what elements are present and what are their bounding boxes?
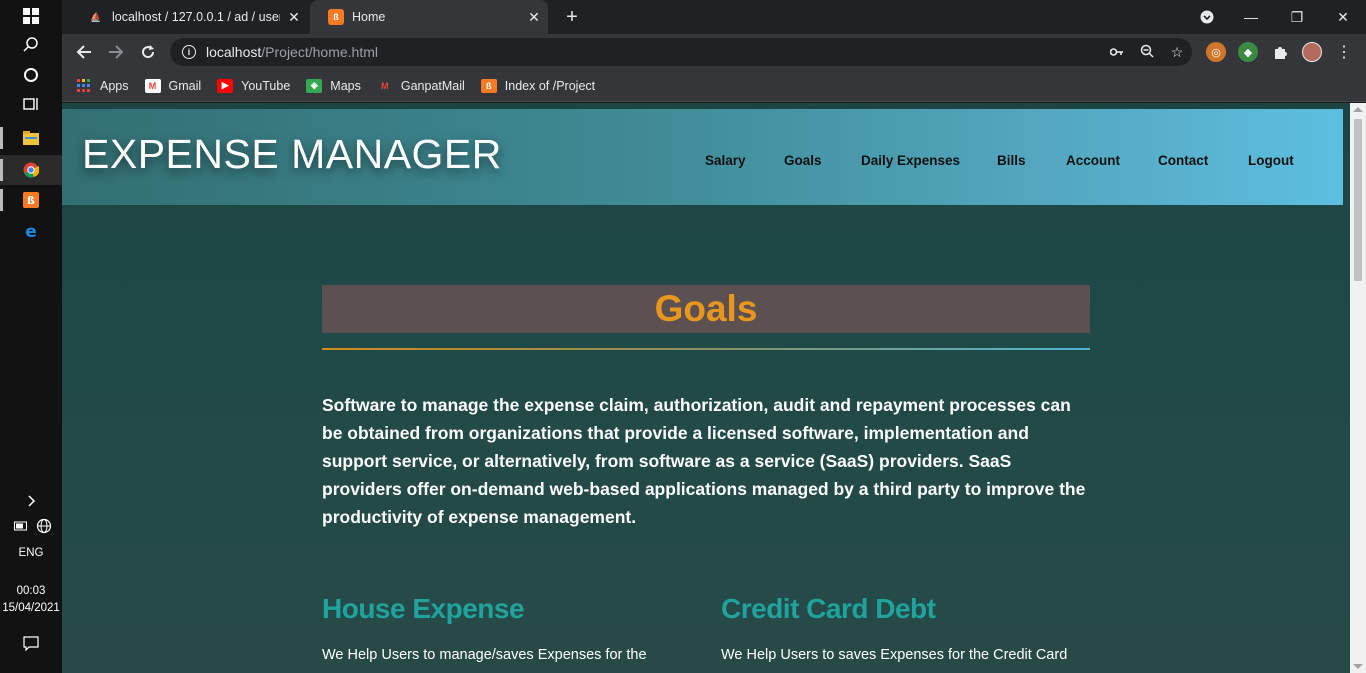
page-scrollbar[interactable]	[1350, 103, 1366, 673]
chrome-window: ⛵ localhost / 127.0.0.1 / ad / user_l ✕ …	[62, 0, 1366, 673]
site-header: EXPENSE MANAGER Salary Goals Daily Expen…	[62, 109, 1343, 205]
chrome-menu-icon[interactable]: ⋮	[1334, 42, 1354, 62]
bookmarks-bar: Apps M Gmail ▶ YouTube ◈ Maps M GanpatMa…	[62, 70, 1366, 102]
tab-title: Home	[352, 10, 386, 24]
search-icon[interactable]	[0, 30, 62, 60]
bookmark-label: Index of /Project	[504, 78, 596, 93]
bookmark-apps[interactable]: Apps	[76, 78, 129, 93]
bookmark-label: Apps	[100, 78, 129, 93]
gmail-icon: M	[381, 80, 389, 91]
extensions-puzzle-icon[interactable]	[1270, 42, 1290, 62]
file-explorer-icon[interactable]	[0, 123, 62, 153]
tab-strip: ⛵ localhost / 127.0.0.1 / ad / user_l ✕ …	[62, 0, 1366, 34]
card-text-house-expense: We Help Users to manage/saves Expenses f…	[322, 647, 647, 663]
bookmark-label: YouTube	[241, 78, 291, 93]
tab-phpmyadmin[interactable]: ⛵ localhost / 127.0.0.1 / ad / user_l ✕	[70, 0, 308, 34]
site-title: EXPENSE MANAGER	[82, 131, 502, 177]
maps-icon: ◈	[306, 78, 323, 93]
xampp-taskbar-icon[interactable]: ß	[0, 185, 62, 215]
url-text[interactable]: localhost/Project/home.html	[206, 44, 1102, 60]
new-tab-button[interactable]: +	[560, 5, 584, 29]
scroll-down-arrow-icon[interactable]	[1353, 664, 1363, 669]
youtube-icon: ▶	[217, 78, 234, 93]
tab-title: localhost / 127.0.0.1 / ad / user_l	[112, 10, 280, 24]
scrollbar-thumb[interactable]	[1354, 119, 1362, 281]
cortana-icon[interactable]	[0, 60, 62, 90]
tab-home[interactable]: ß Home ✕	[310, 0, 548, 34]
extension-owl-icon[interactable]: ◎	[1206, 42, 1226, 62]
forward-button[interactable]	[102, 38, 130, 66]
close-tab-icon[interactable]: ✕	[280, 9, 308, 26]
minimize-button[interactable]: —	[1228, 0, 1274, 34]
nav-daily-expenses[interactable]: Daily Expenses	[861, 153, 960, 168]
svg-text:ß: ß	[27, 194, 35, 207]
bookmark-star-icon[interactable]: ☆	[1162, 44, 1192, 61]
close-tab-icon[interactable]: ✕	[520, 9, 548, 26]
goals-heading-box: Goals	[322, 285, 1090, 333]
restore-button[interactable]: ❐	[1274, 0, 1320, 34]
extension-color-icon[interactable]: ◆	[1238, 42, 1258, 62]
nav-bills[interactable]: Bills	[997, 153, 1026, 168]
intro-paragraph: Software to manage the expense claim, au…	[322, 395, 1086, 527]
bookmark-label: Gmail	[168, 78, 202, 93]
bookmark-youtube[interactable]: ▶ YouTube	[217, 78, 291, 93]
page-title: Goals	[654, 288, 758, 329]
chrome-taskbar-icon[interactable]	[0, 155, 62, 185]
gmail-icon: M	[144, 78, 161, 93]
reload-button[interactable]	[134, 38, 162, 66]
bookmark-maps[interactable]: ◈ Maps	[306, 78, 361, 93]
apps-grid-icon	[76, 78, 92, 93]
key-icon[interactable]	[1102, 44, 1132, 60]
edge-icon[interactable]: e	[0, 216, 62, 246]
nav-logout[interactable]: Logout	[1248, 153, 1294, 168]
page-viewport: EXPENSE MANAGER Salary Goals Daily Expen…	[62, 103, 1350, 673]
clock-time[interactable]: 00:03	[0, 585, 62, 597]
task-view-icon[interactable]	[0, 89, 62, 119]
card-text-credit-card-debt: We Help Users to saves Expenses for the …	[721, 647, 1068, 663]
xampp-icon: ß	[480, 78, 497, 93]
bookmark-ganpatmail[interactable]: M GanpatMail	[377, 79, 465, 93]
notification-center-icon[interactable]	[0, 628, 62, 658]
address-bar[interactable]: i localhost/Project/home.html ☆	[170, 38, 1192, 66]
clock-date[interactable]: 15/04/2021	[0, 602, 62, 614]
url-path: /Project/home.html	[261, 44, 378, 60]
tab-search-icon[interactable]	[1184, 0, 1230, 34]
windows-start-icon[interactable]	[0, 1, 62, 31]
network-globe-icon[interactable]	[0, 511, 62, 541]
phpmyadmin-icon: ⛵	[90, 11, 102, 22]
language-indicator[interactable]: ENG	[0, 547, 62, 559]
windows-taskbar: ß e ENG 00:03 15/04/2021	[0, 0, 62, 673]
bookmark-label: Maps	[330, 78, 361, 93]
close-window-button[interactable]: ✕	[1320, 0, 1366, 34]
nav-account[interactable]: Account	[1066, 153, 1120, 168]
bookmark-index-of-project[interactable]: ß Index of /Project	[480, 78, 596, 93]
url-host: localhost	[206, 44, 262, 60]
nav-goals[interactable]: Goals	[784, 153, 822, 168]
card-title-house-expense: House Expense	[322, 593, 525, 624]
scroll-up-arrow-icon[interactable]	[1353, 107, 1363, 112]
zoom-out-icon[interactable]	[1132, 44, 1162, 61]
bookmark-label: GanpatMail	[400, 78, 465, 93]
heading-divider	[322, 348, 1090, 350]
back-button[interactable]	[70, 38, 98, 66]
svg-text:e: e	[25, 223, 37, 239]
xampp-icon: ß	[328, 9, 344, 25]
bookmark-gmail[interactable]: M Gmail	[144, 78, 202, 93]
site-info-icon[interactable]: i	[182, 45, 196, 59]
browser-toolbar: i localhost/Project/home.html ☆ ◎ ◆ ⋮	[62, 34, 1366, 70]
nav-contact[interactable]: Contact	[1158, 153, 1208, 168]
card-title-credit-card-debt: Credit Card Debt	[721, 593, 936, 624]
profile-avatar[interactable]	[1302, 42, 1322, 62]
nav-salary[interactable]: Salary	[705, 153, 746, 168]
